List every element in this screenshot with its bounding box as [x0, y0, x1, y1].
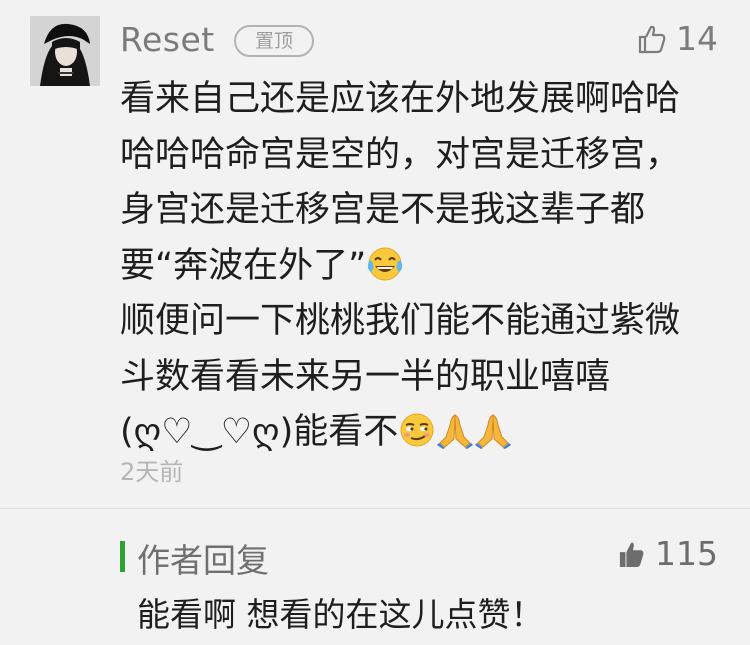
- comment-line: 哈哈哈命宫是空的，对宫是迁移宫，: [120, 134, 681, 175]
- folded-hands-emoji: [474, 411, 512, 467]
- reply-title: 作者回复: [137, 541, 269, 580]
- tears-of-joy-emoji: [366, 245, 404, 301]
- avatar[interactable]: [30, 16, 100, 86]
- comment-line: 看来自己还是应该在外地发展啊哈哈: [120, 79, 681, 119]
- avatar-portrait: [30, 16, 100, 86]
- comment-text: 看来自己还是应该在外地发展啊哈哈 哈哈哈命宫是空的，对宫是迁移宫， 身宫还是迁移…: [120, 72, 720, 461]
- reply-like-button[interactable]: 115: [619, 534, 718, 573]
- smirking-face-emoji: [398, 411, 436, 467]
- comment-line-with-emoji: (ღ♡‿♡ღ)能看不: [120, 405, 720, 461]
- reply-accent-bar: [120, 541, 125, 572]
- pinned-badge: 置顶: [234, 25, 314, 57]
- reply-like-count: 115: [655, 534, 718, 573]
- thumbs-up-icon: [638, 25, 666, 53]
- comment-line: 身宫还是迁移宫是不是我这辈子都: [120, 190, 646, 230]
- comment-line: 顺便问一下桃桃我们能不能通过紫微: [120, 301, 681, 341]
- folded-hands-emoji: [436, 411, 474, 467]
- divider: [0, 508, 750, 509]
- like-count: 14: [676, 19, 718, 58]
- comment-line-with-emoji: 要“奔波在外了”: [120, 239, 720, 295]
- reply-text: 能看啊 想看的在这儿点赞！: [137, 595, 544, 634]
- comment-line: (ღ♡‿♡ღ)能看不: [120, 412, 399, 452]
- comment-timestamp: 2天前: [120, 458, 184, 486]
- comment-line: 要“奔波在外了”: [120, 245, 367, 286]
- comment-line: 斗数看看未来另一半的职业嘻嘻: [120, 356, 611, 397]
- username[interactable]: Reset: [120, 20, 215, 59]
- like-button[interactable]: 14: [638, 19, 718, 58]
- thumbs-up-icon: [619, 542, 644, 567]
